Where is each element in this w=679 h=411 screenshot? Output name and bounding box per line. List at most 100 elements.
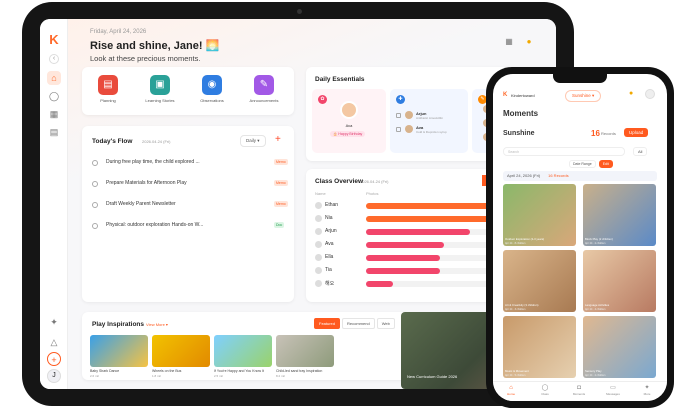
sparkle-icon: ✦: [644, 385, 650, 391]
video-thumbnail[interactable]: [276, 335, 334, 367]
tab-label: Messages: [606, 392, 620, 396]
moment-caption: Sensory Play: [585, 369, 602, 373]
add-task-button[interactable]: +: [275, 134, 281, 145]
tab-label: Moments: [572, 392, 586, 396]
tab-moments[interactable]: ◘ Moments: [565, 385, 593, 396]
moment-photo[interactable]: Outdoor Exploration (2-3 years) Apr 24 ·…: [503, 184, 576, 246]
task-tag: Memo: [274, 201, 288, 207]
quick-action-announcements[interactable]: ✎ Announcements: [244, 75, 284, 103]
photos-progress-track: [366, 216, 496, 222]
flow-filter-label: Daily: [246, 138, 257, 143]
sidebar-rail: K ‹ ⌂ ◯ ▦ ▤ ✦ △ + J: [40, 19, 68, 389]
page-title: Moments: [503, 109, 539, 118]
photos-progress-bar: [366, 242, 444, 248]
photos-progress-track: [366, 242, 496, 248]
medication-checkbox[interactable]: [396, 127, 401, 132]
profile-avatar[interactable]: J: [47, 369, 61, 383]
records-count: 16: [591, 129, 600, 138]
task-checkbox[interactable]: [92, 160, 98, 166]
task-item[interactable]: Draft Weekly Parent Newsletter Memo: [92, 200, 288, 212]
child-name: 해오: [325, 281, 335, 287]
moment-meta: Apr 24 · 8 children: [505, 242, 526, 245]
video-views: 2.6 mil: [90, 374, 99, 378]
medication-note: Antibiotic Amoxicillin: [416, 116, 444, 120]
tab-home[interactable]: ⌂ Home: [497, 385, 525, 396]
class-name: Sunshine: [503, 130, 535, 137]
tab-web[interactable]: Web: [376, 318, 395, 329]
child-name: Ella: [325, 254, 334, 260]
tab-label: Home: [506, 392, 515, 396]
video-title: If You're Happy and You Know It: [214, 369, 264, 373]
quick-actions-card: ▤ Planning ▣ Learning Stories ◉ Observat…: [82, 67, 294, 115]
sparkle-icon[interactable]: ✦: [47, 315, 61, 329]
video-thumbnail[interactable]: [90, 335, 148, 367]
tab-recommend[interactable]: Recommend: [342, 318, 375, 329]
tab-class[interactable]: ◯ Class: [531, 385, 559, 396]
medication-checkbox[interactable]: [396, 113, 401, 118]
child-avatar: [315, 241, 322, 248]
quick-action-learning-stories[interactable]: ▣ Learning Stories: [140, 75, 180, 103]
pill-icon: ✚: [396, 95, 405, 104]
notification-bell-icon[interactable]: ●: [524, 37, 534, 47]
notification-bell-icon[interactable]: ●: [629, 90, 633, 97]
moment-photo[interactable]: Language Activities Apr 24 · 4 children: [583, 250, 656, 312]
tab-label: More: [643, 392, 651, 396]
child-avatar: [405, 111, 413, 119]
moment-photo[interactable]: Block Play (2 children) Apr 24 · 2 child…: [583, 184, 656, 246]
upload-button[interactable]: Upload: [624, 128, 649, 137]
column-header-photos: Photos: [366, 191, 379, 196]
user-icon[interactable]: ◯: [47, 89, 61, 103]
tab-more[interactable]: ✦ More: [633, 385, 661, 396]
grid-icon[interactable]: ▦: [504, 37, 514, 47]
task-checkbox[interactable]: [92, 223, 98, 229]
quick-action-observations[interactable]: ◉ Observations: [192, 75, 232, 103]
tab-messages[interactable]: ▭ Messages: [599, 385, 627, 396]
task-item[interactable]: Physical: outdoor exploration Hands-on W…: [92, 221, 285, 233]
add-icon[interactable]: +: [47, 352, 61, 366]
task-item[interactable]: During free play time, the child explore…: [92, 158, 288, 170]
collapse-sidebar-button[interactable]: ‹: [49, 54, 59, 64]
class-select[interactable]: Sunshine ▾: [565, 90, 602, 102]
filter-all-select[interactable]: All: [633, 147, 648, 156]
photos-progress-track: [366, 203, 496, 209]
home-icon[interactable]: ⌂: [47, 71, 61, 85]
planning-icon: ▤: [98, 75, 118, 95]
moment-meta: Apr 24 · 5 children: [505, 374, 526, 377]
quick-action-planning[interactable]: ▤ Planning: [88, 75, 128, 103]
moment-photo[interactable]: Art & Creativity (3 children) Apr 24 · 3…: [503, 250, 576, 312]
moment-photo[interactable]: Sensory Play Apr 24 · 2 children: [583, 316, 656, 378]
top-right-icons: ▦ ●: [504, 37, 534, 47]
birthday-panel[interactable]: ✿ Ava 🎂 Happy Birthday: [312, 89, 386, 153]
flow-filter-dropdown[interactable]: Daily ▾: [240, 135, 266, 147]
quick-action-label: Learning Stories: [145, 98, 175, 103]
date-group-header: April 24, 2026 (Fri) 16 Records: [503, 171, 657, 181]
phone-notch: [553, 74, 607, 83]
photos-progress-track: [366, 281, 496, 287]
overview-date: 2026.04.24 (Fri): [360, 179, 389, 184]
task-checkbox[interactable]: [92, 181, 98, 187]
dashboard-main: Friday, April 24, 2026 Rise and shine, J…: [68, 19, 556, 389]
video-title: Child-led sand tray Inspiration: [276, 369, 323, 373]
task-item[interactable]: Prepare Materials for Afternoon Play Mem…: [92, 179, 288, 191]
column-header-name: Name: [315, 191, 326, 196]
document-icon[interactable]: ▤: [47, 125, 61, 139]
medication-panel[interactable]: ✚ Arjun Antibiotic Amoxicillin Ava Cold …: [390, 89, 468, 153]
video-thumbnail[interactable]: [152, 335, 210, 367]
date-range-chip[interactable]: Date Range: [569, 160, 596, 168]
profile-avatar[interactable]: [645, 89, 655, 99]
home-icon: ⌂: [509, 385, 513, 391]
video-thumbnail[interactable]: [214, 335, 272, 367]
search-input[interactable]: Search: [503, 147, 625, 156]
view-more-link[interactable]: View More ▾: [146, 322, 168, 327]
brand-logo[interactable]: K: [47, 33, 61, 47]
phone-device: K Kindertoward Sunshine ▾ ● Moments Suns…: [486, 67, 674, 408]
photos-progress-bar: [366, 229, 470, 235]
tablet-camera: [297, 9, 302, 14]
task-checkbox[interactable]: [92, 202, 98, 208]
tab-featured[interactable]: Featured: [314, 318, 341, 329]
calendar-icon[interactable]: ▦: [47, 107, 61, 121]
bell-icon[interactable]: △: [47, 335, 61, 349]
date-group-count: 16 Records: [548, 173, 569, 178]
moment-photo[interactable]: Music & Movement Apr 24 · 5 children: [503, 316, 576, 378]
edit-chip[interactable]: Edit: [598, 160, 613, 168]
